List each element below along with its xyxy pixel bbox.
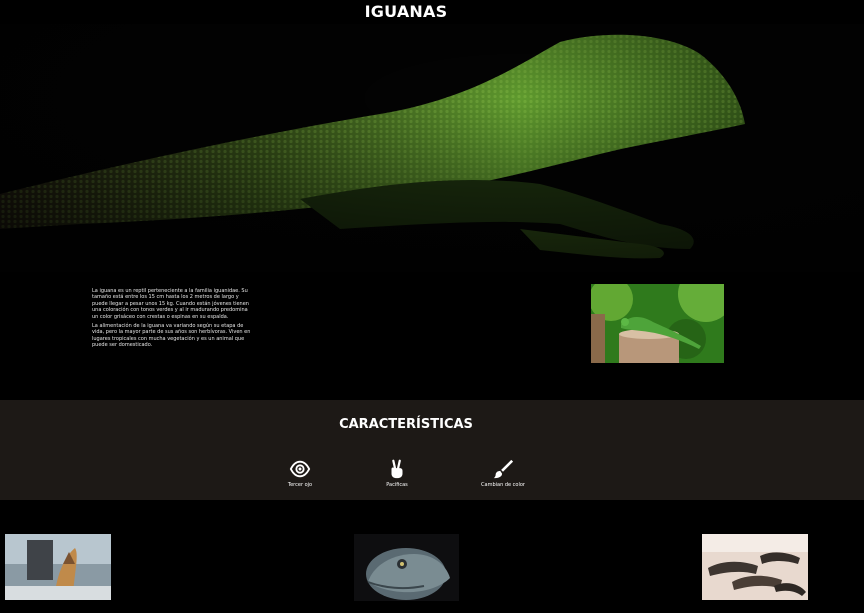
peace-hand-icon (391, 459, 403, 479)
features-section: CARACTERÍSTICAS Tercer ojo Pacificas Cam… (0, 400, 864, 500)
intro-text: La iguana es un reptil perteneciente a l… (92, 288, 252, 352)
bearded-dragon-photo (0, 24, 864, 272)
feature-label: Tercer ojo (287, 482, 313, 488)
marine-iguanas-group-photo (702, 534, 808, 600)
feature-pacificas: Pacificas (357, 458, 437, 488)
page-title: IGUANAS (364, 2, 448, 21)
intro-paragraph: La alimentación de la iguana va variando… (92, 323, 251, 349)
feature-label: Cambian de color (481, 482, 525, 488)
gallery-section (0, 500, 864, 613)
top-bar: IGUANAS (0, 0, 864, 24)
feature-cambian-color: Cambian de color (463, 458, 543, 488)
intro-section: La iguana es un reptil perteneciente a l… (0, 272, 864, 400)
iguana-on-rock-photo (5, 534, 111, 600)
features-title: CARACTERÍSTICAS (339, 417, 473, 432)
hero-banner (0, 24, 864, 272)
iguana-head-photo (354, 534, 459, 601)
intro-paragraph: La iguana es un reptil perteneciente a l… (92, 288, 249, 320)
eye-icon (289, 460, 311, 478)
green-iguana-on-stump-photo (591, 284, 724, 363)
feature-tercer-ojo: Tercer ojo (260, 458, 340, 488)
paintbrush-icon (493, 459, 514, 479)
feature-label: Pacificas (386, 482, 408, 488)
